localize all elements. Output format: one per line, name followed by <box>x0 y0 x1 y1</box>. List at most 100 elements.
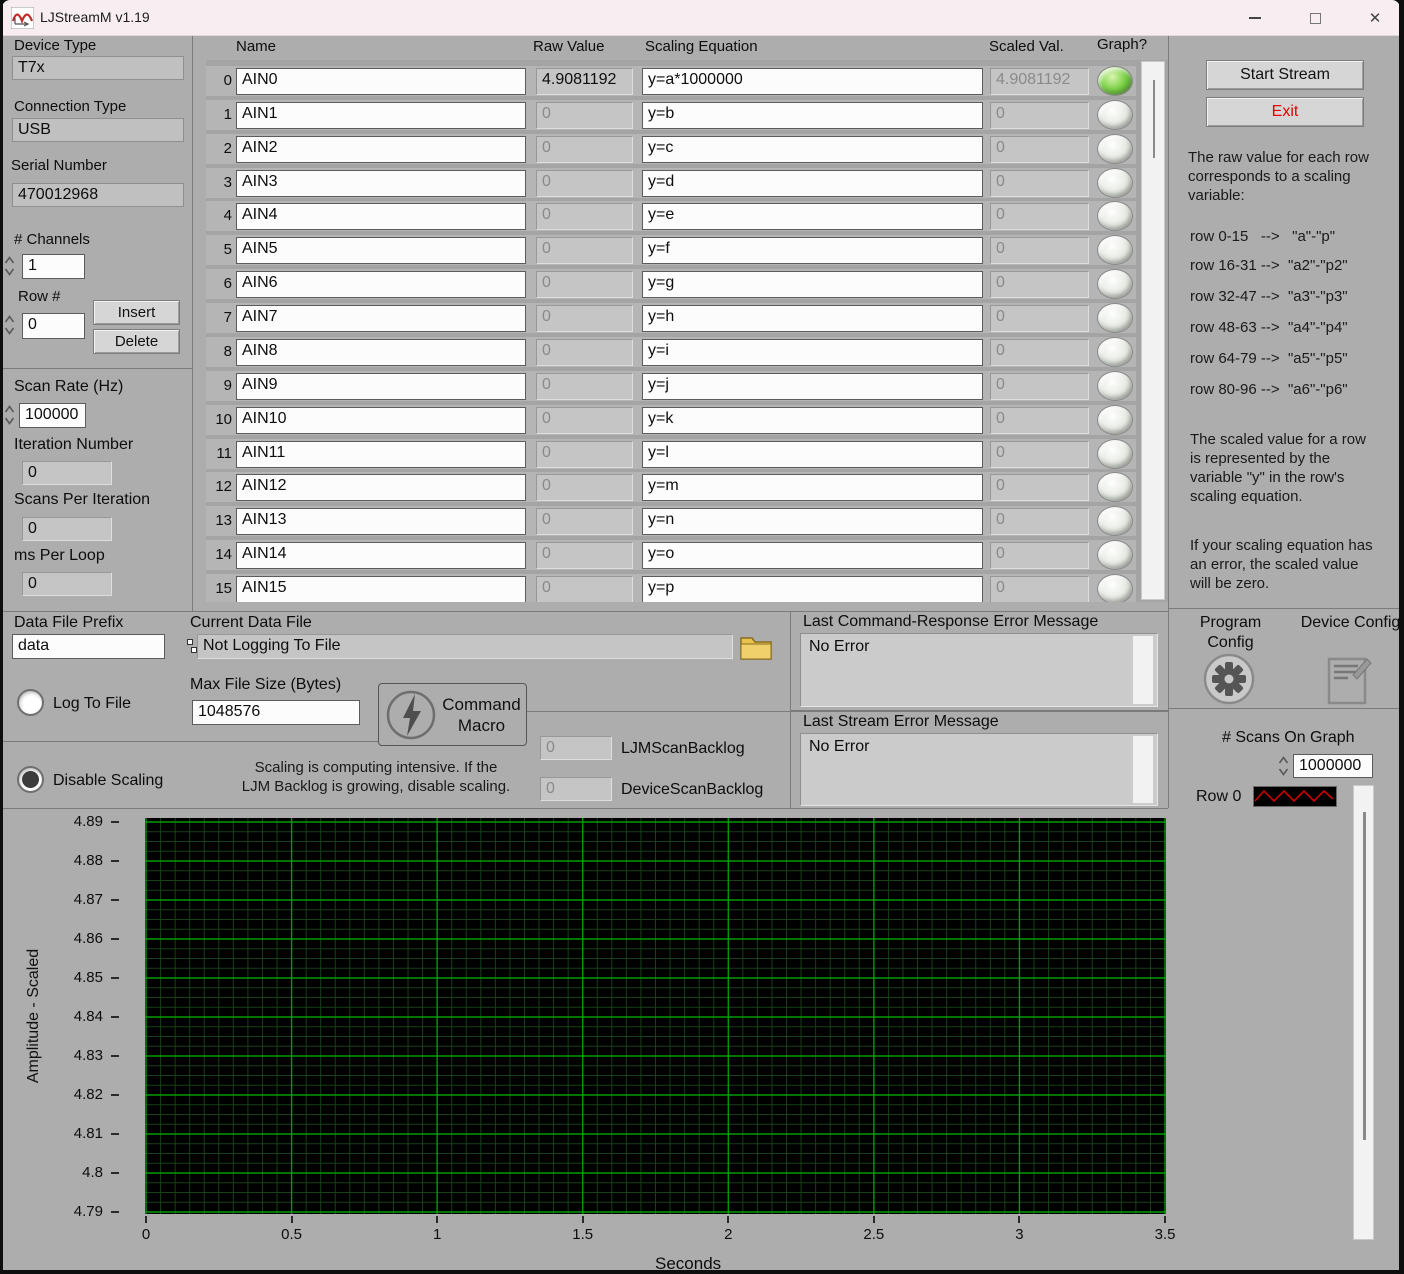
current-data-file-value: Not Logging To File <box>197 634 733 659</box>
row-graph-led[interactable] <box>1097 201 1133 231</box>
row-scaling-equation-input[interactable]: y=k <box>642 407 983 434</box>
channels-input[interactable]: 1 <box>22 254 85 279</box>
row-scaling-equation-input[interactable]: y=b <box>642 102 983 129</box>
row-graph-led[interactable] <box>1097 337 1133 367</box>
scans-on-graph-spinner[interactable] <box>1277 754 1290 778</box>
program-config-button[interactable] <box>1203 653 1255 705</box>
row-scaling-equation-input[interactable]: y=o <box>642 542 983 569</box>
row-scaled-value: 0 <box>990 441 1089 468</box>
row-graph-led[interactable] <box>1097 100 1133 130</box>
serial-number-value: 470012968 <box>12 183 184 207</box>
row-name-input[interactable]: AIN13 <box>236 508 526 535</box>
channels-spinner[interactable] <box>3 254 16 279</box>
divider-table-right <box>1168 36 1169 808</box>
row-name-input[interactable]: AIN10 <box>236 407 526 434</box>
row-name-input[interactable]: AIN12 <box>236 474 526 501</box>
row-scaling-equation-input[interactable]: y=l <box>642 441 983 468</box>
graph-scrollbar-thumb[interactable] <box>1363 812 1366 1140</box>
row-graph-led[interactable] <box>1097 371 1133 401</box>
row-graph-led[interactable] <box>1097 168 1133 198</box>
row-name-input[interactable]: AIN15 <box>236 576 526 602</box>
row-name-input[interactable]: AIN1 <box>236 102 526 129</box>
row-graph-led[interactable] <box>1097 235 1133 265</box>
device-config-button[interactable] <box>1325 653 1373 705</box>
row-name-input[interactable]: AIN6 <box>236 271 526 298</box>
row-graph-led[interactable] <box>1097 269 1133 299</box>
scans-per-iteration-label: Scans Per Iteration <box>14 491 150 509</box>
row-scaled-value: 0 <box>990 237 1089 264</box>
row-scaling-equation-input[interactable]: y=c <box>642 136 983 163</box>
row-name-input[interactable]: AIN5 <box>236 237 526 264</box>
row-index: 11 <box>206 445 232 462</box>
y-tick-mark <box>111 899 119 901</box>
row-name-input[interactable]: AIN0 <box>236 68 526 95</box>
row-index: 2 <box>206 140 232 157</box>
exit-button[interactable]: Exit <box>1206 97 1364 127</box>
row-name-input[interactable]: AIN14 <box>236 542 526 569</box>
table-scrollbar[interactable] <box>1141 61 1165 600</box>
col-header-raw: Raw Value <box>533 38 604 55</box>
row-scaling-equation-input[interactable]: y=j <box>642 373 983 400</box>
row-name-input[interactable]: AIN9 <box>236 373 526 400</box>
data-file-prefix-input[interactable]: data <box>12 634 165 659</box>
row-graph-led[interactable] <box>1097 303 1133 333</box>
y-tick-mark <box>111 1016 119 1018</box>
disable-scaling-radio[interactable] <box>17 766 44 793</box>
delete-button[interactable]: Delete <box>93 329 180 354</box>
row-scaling-equation-input[interactable]: y=f <box>642 237 983 264</box>
row-scaling-equation-input[interactable]: y=h <box>642 305 983 332</box>
row-scaling-equation-input[interactable]: y=e <box>642 203 983 230</box>
x-tick-label: 0.5 <box>281 1226 302 1243</box>
row-name-input[interactable]: AIN8 <box>236 339 526 366</box>
scans-on-graph-input[interactable]: 1000000 <box>1293 754 1373 778</box>
row-name-input[interactable]: AIN3 <box>236 170 526 197</box>
browse-folder-button[interactable] <box>738 631 774 663</box>
graph-scrollbar[interactable] <box>1353 785 1374 1240</box>
row-name-input[interactable]: AIN11 <box>236 441 526 468</box>
row-scaling-equation-input[interactable]: y=n <box>642 508 983 535</box>
stream-error-scrollbar[interactable] <box>1133 736 1153 803</box>
spinner-arrows-icon <box>3 403 16 427</box>
device-scan-backlog-value: 0 <box>540 777 612 801</box>
row-number-input[interactable]: 0 <box>22 313 85 339</box>
scan-rate-input[interactable]: 100000 <box>19 403 86 428</box>
channel-table: 0AIN04.9081192y=a*10000004.90811921AIN10… <box>206 60 1168 602</box>
row-scaling-equation-input[interactable]: y=m <box>642 474 983 501</box>
legend-row-label: Row 0 <box>1196 788 1241 806</box>
cr-error-scrollbar[interactable] <box>1133 636 1153 704</box>
row-name-input[interactable]: AIN4 <box>236 203 526 230</box>
close-button[interactable]: ✕ <box>1352 0 1398 36</box>
row-graph-led[interactable] <box>1097 405 1133 435</box>
row-name-input[interactable]: AIN7 <box>236 305 526 332</box>
row-scaling-equation-input[interactable]: y=p <box>642 576 983 602</box>
window-border-left <box>0 0 3 1274</box>
row-graph-led[interactable] <box>1097 540 1133 570</box>
divider-left-table <box>192 36 193 612</box>
row-name-input[interactable]: AIN2 <box>236 136 526 163</box>
row-scaling-equation-input[interactable]: y=d <box>642 170 983 197</box>
maximize-button[interactable] <box>1292 0 1338 36</box>
command-macro-button[interactable]: Command Macro <box>378 683 527 746</box>
row-scaling-equation-input[interactable]: y=i <box>642 339 983 366</box>
insert-button[interactable]: Insert <box>93 300 180 325</box>
row-scaling-equation-input[interactable]: y=g <box>642 271 983 298</box>
row-graph-led[interactable] <box>1097 439 1133 469</box>
plot-legend-swatch[interactable] <box>1253 786 1337 807</box>
app-window: LJStreamM v1.19 ✕ Device Type T7x Connec… <box>0 0 1404 1274</box>
table-scrollbar-thumb[interactable] <box>1153 80 1155 158</box>
minimize-button[interactable] <box>1232 0 1278 36</box>
row-graph-led[interactable] <box>1097 506 1133 536</box>
row-graph-led[interactable] <box>1097 472 1133 502</box>
scan-rate-spinner[interactable] <box>3 403 16 428</box>
scaling-error-note: If your scaling equation has an error, t… <box>1190 536 1375 593</box>
row-graph-led[interactable] <box>1097 574 1133 602</box>
row-scaling-equation-input[interactable]: y=a*1000000 <box>642 68 983 95</box>
row-number-spinner[interactable] <box>3 313 16 339</box>
row-graph-led[interactable] <box>1097 66 1133 96</box>
row-map-line: row 0-15 --> "a"-"p" <box>1190 227 1335 246</box>
log-to-file-radio[interactable] <box>17 689 44 716</box>
row-graph-led[interactable] <box>1097 134 1133 164</box>
start-stream-button[interactable]: Start Stream <box>1206 60 1364 90</box>
max-file-size-input[interactable]: 1048576 <box>192 700 360 725</box>
log-to-file-label: Log To File <box>53 695 131 713</box>
